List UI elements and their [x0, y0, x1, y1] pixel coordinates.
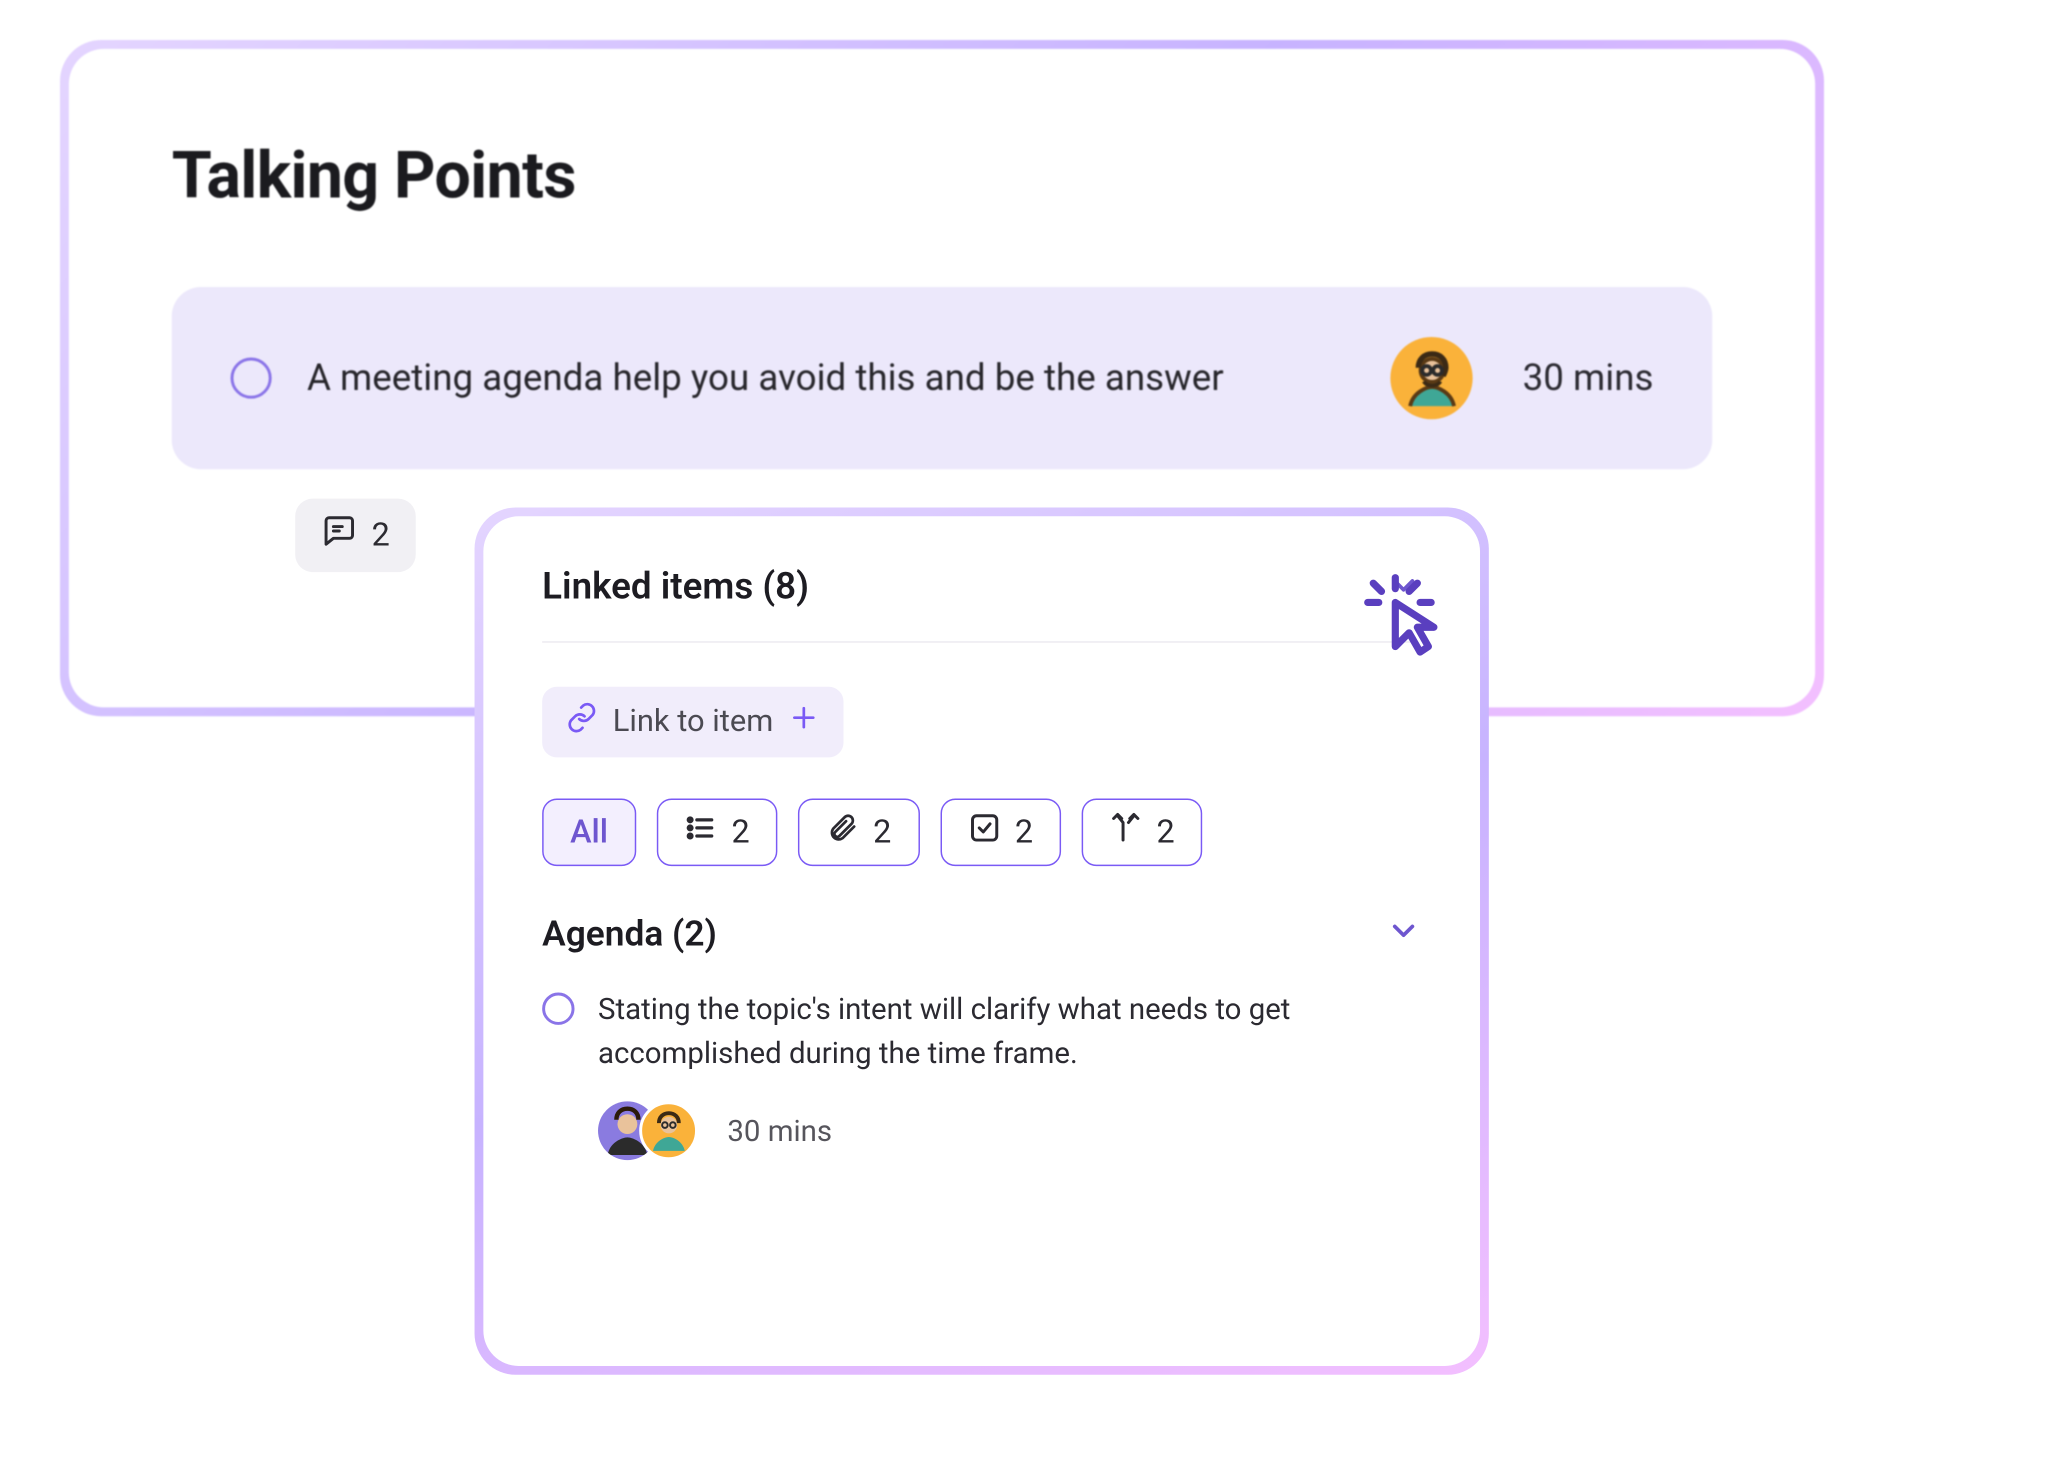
paperclip-icon: [826, 812, 858, 853]
talking-point-row[interactable]: A meeting agenda help you avoid this and…: [172, 287, 1713, 469]
linked-items-popover: Linked items (8): [475, 507, 1489, 1374]
agenda-section-title: Agenda (2): [542, 913, 717, 954]
avatar: [1390, 337, 1472, 419]
comment-count: 2: [372, 517, 390, 554]
filter-all-label: All: [570, 814, 608, 851]
filter-branch-count: 2: [1157, 814, 1175, 851]
comment-count-chip[interactable]: 2: [295, 499, 416, 573]
filter-all[interactable]: All: [542, 799, 636, 867]
avatar-stack: [598, 1101, 698, 1160]
link-to-item-label: Link to item: [613, 704, 774, 739]
filter-list-count: 2: [732, 814, 750, 851]
duration-label: 30 mins: [1523, 357, 1654, 400]
filter-checkbox-count: 2: [1015, 814, 1033, 851]
link-to-item-button[interactable]: Link to item: [542, 687, 844, 758]
page-title: Talking Points: [172, 137, 1713, 213]
talking-point-text: A meeting agenda help you avoid this and…: [307, 357, 1355, 400]
linked-items-header[interactable]: Linked items (8): [542, 555, 1421, 643]
list-icon: [684, 812, 716, 853]
filter-branch[interactable]: 2: [1082, 799, 1203, 867]
agenda-section-header[interactable]: Agenda (2): [542, 913, 1421, 954]
linked-items-title: Linked items (8): [542, 566, 809, 609]
agenda-item-duration: 30 mins: [727, 1113, 832, 1148]
comment-icon: [322, 513, 357, 557]
filter-attachment[interactable]: 2: [798, 799, 919, 867]
branch-icon: [1109, 812, 1141, 853]
plus-icon: [788, 702, 820, 743]
filter-list[interactable]: 2: [657, 799, 778, 867]
chevron-down-icon: [1386, 913, 1421, 954]
cursor-click-icon: [1359, 572, 1447, 660]
agenda-item[interactable]: Stating the topic's intent will clarify …: [542, 987, 1421, 1075]
agenda-item-text: Stating the topic's intent will clarify …: [598, 987, 1362, 1075]
link-icon: [566, 702, 598, 743]
radio-unchecked-icon[interactable]: [542, 993, 574, 1025]
radio-unchecked-icon[interactable]: [231, 358, 272, 399]
filter-attachment-count: 2: [873, 814, 891, 851]
avatar: [639, 1101, 698, 1160]
filter-checkbox[interactable]: 2: [940, 799, 1061, 867]
checkbox-icon: [968, 812, 1000, 853]
